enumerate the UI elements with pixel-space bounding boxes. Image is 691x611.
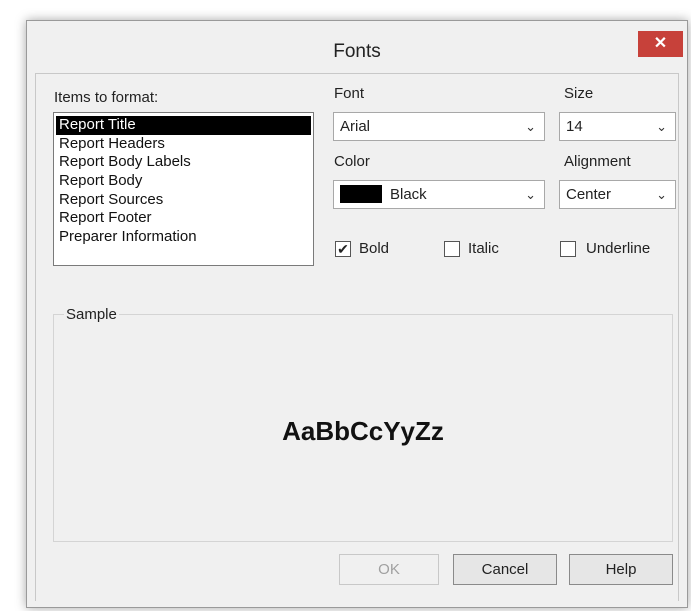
color-label: Color	[334, 153, 370, 170]
sample-label: Sample	[64, 306, 119, 323]
underline-label[interactable]: Underline	[586, 240, 650, 257]
title-bar[interactable]: Fonts ✕	[27, 21, 687, 69]
checkmark-icon: ✔	[337, 241, 349, 257]
alignment-label: Alignment	[564, 153, 631, 170]
color-value: Black	[390, 186, 427, 203]
color-swatch	[340, 184, 382, 203]
dialog-title: Fonts	[333, 41, 381, 62]
sample-text: AaBbCcYyZz	[282, 416, 444, 446]
chevron-down-icon: ⌄	[525, 119, 536, 134]
size-select[interactable]: 14 ⌄	[559, 112, 676, 141]
help-button[interactable]: Help	[569, 554, 673, 585]
items-listbox[interactable]: Report Title Report Headers Report Body La…	[53, 112, 314, 266]
alignment-select[interactable]: Center ⌄	[559, 180, 676, 209]
font-value: Arial	[340, 118, 371, 135]
dialog-content: Items to format: Report Title Report Head…	[35, 73, 679, 601]
list-item[interactable]: Report Title	[56, 116, 311, 135]
chevron-down-icon: ⌄	[656, 119, 667, 134]
chevron-down-icon: ⌄	[525, 187, 536, 202]
list-item[interactable]: Preparer Information	[56, 228, 311, 247]
size-label: Size	[564, 85, 594, 102]
alignment-value: Center	[566, 186, 612, 203]
underline-checkbox[interactable]	[560, 241, 576, 257]
italic-checkbox[interactable]	[444, 241, 460, 257]
font-select[interactable]: Arial ⌄	[333, 112, 545, 141]
ok-button[interactable]: OK	[339, 554, 439, 585]
list-item[interactable]: Report Headers	[56, 135, 311, 154]
list-item[interactable]: Report Sources	[56, 191, 311, 210]
list-item[interactable]: Report Footer	[56, 209, 311, 228]
list-item[interactable]: Report Body Labels	[56, 153, 311, 172]
close-icon: ✕	[653, 35, 668, 52]
size-value: 14	[566, 118, 583, 135]
close-button[interactable]: ✕	[638, 31, 683, 57]
cancel-button[interactable]: Cancel	[453, 554, 557, 585]
items-to-format-label: Items to format:	[54, 89, 159, 106]
bold-checkbox[interactable]: ✔	[335, 241, 351, 257]
fonts-dialog: Fonts ✕ Items to format: Report Title Rep…	[26, 20, 688, 608]
bold-label[interactable]: Bold	[359, 240, 389, 257]
chevron-down-icon: ⌄	[656, 187, 667, 202]
italic-label[interactable]: Italic	[468, 240, 499, 257]
list-item[interactable]: Report Body	[56, 172, 311, 191]
font-label: Font	[334, 85, 365, 102]
color-select[interactable]: Black ⌄	[333, 180, 545, 209]
